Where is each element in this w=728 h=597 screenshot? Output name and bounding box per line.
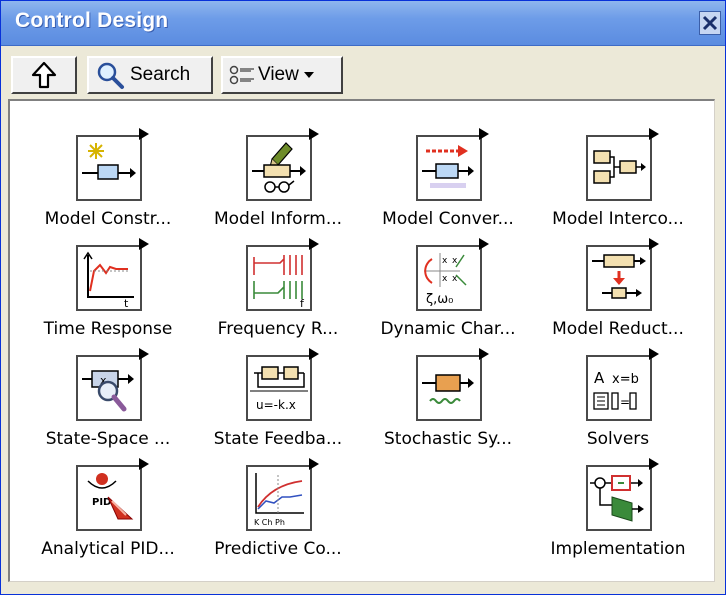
solvers-icon: A x=b = bbox=[586, 348, 659, 421]
state-feedback-icon: u=-k.x bbox=[246, 348, 319, 421]
view-list-icon bbox=[229, 65, 254, 85]
item-label: Implementation bbox=[550, 539, 686, 559]
analytical-pid-icon: PID bbox=[76, 458, 149, 531]
svg-text:A: A bbox=[594, 369, 605, 387]
palette-window: Control Design Search View Model Constr.… bbox=[0, 0, 726, 595]
svg-text:ζ,ω₀: ζ,ω₀ bbox=[426, 292, 453, 307]
model-conversion-icon bbox=[416, 128, 489, 201]
item-label: Model Reduct... bbox=[552, 319, 684, 339]
search-label: Search bbox=[130, 64, 191, 85]
palette-item-model-interconnection[interactable]: Model Interco... bbox=[528, 128, 708, 245]
title-bar[interactable]: Control Design bbox=[1, 1, 725, 46]
item-label: Model Conver... bbox=[382, 209, 514, 229]
svg-text:x: x bbox=[442, 256, 448, 266]
palette-item-model-information[interactable]: Model Inform... bbox=[188, 128, 368, 245]
item-label: Stochastic Sy... bbox=[383, 429, 513, 449]
search-button[interactable]: Search bbox=[87, 56, 213, 94]
item-label: Dynamic Char... bbox=[380, 319, 516, 339]
item-label: Model Constr... bbox=[44, 209, 172, 229]
predictive-control-icon: K Ch Ph bbox=[246, 458, 319, 531]
model-information-icon bbox=[246, 128, 319, 201]
item-label: Model Inform... bbox=[213, 209, 343, 229]
palette-item-analytical-pid[interactable]: PID Analytical PID... bbox=[18, 458, 198, 575]
up-arrow-icon bbox=[31, 61, 57, 89]
view-button[interactable]: View bbox=[221, 56, 343, 94]
palette-item-time-response[interactable]: t Time Response bbox=[18, 238, 198, 355]
item-label: Predictive Co... bbox=[214, 539, 342, 559]
model-reduction-icon bbox=[586, 238, 659, 311]
svg-text:=: = bbox=[620, 395, 630, 409]
view-label: View bbox=[258, 64, 299, 85]
palette-item-dynamic-characteristics[interactable]: x x x x ζ,ω₀ Dynamic Char... bbox=[358, 238, 538, 355]
palette-item-solvers[interactable]: A x=b = Solvers bbox=[528, 348, 708, 465]
item-label: Frequency R... bbox=[217, 319, 339, 339]
svg-text:x=b: x=b bbox=[612, 372, 639, 387]
svg-text:f: f bbox=[300, 297, 305, 309]
palette-item-model-conversion[interactable]: Model Conver... bbox=[358, 128, 538, 245]
svg-text:K Ch Ph: K Ch Ph bbox=[254, 518, 285, 527]
svg-text:x: x bbox=[442, 274, 448, 284]
item-label: State Feedba... bbox=[213, 429, 343, 449]
item-label: State-Space ... bbox=[45, 429, 171, 449]
close-button[interactable] bbox=[699, 11, 721, 35]
item-label: Model Interco... bbox=[552, 209, 684, 229]
palette-item-implementation[interactable]: Implementation bbox=[528, 458, 708, 575]
stochastic-systems-icon bbox=[416, 348, 489, 421]
model-construction-icon bbox=[76, 128, 149, 201]
frequency-response-icon: f bbox=[246, 238, 319, 311]
palette-item-state-feedback[interactable]: u=-k.x State Feedba... bbox=[188, 348, 368, 465]
palette-item-stochastic-systems[interactable]: Stochastic Sy... bbox=[358, 348, 538, 465]
state-space-icon: x bbox=[76, 348, 149, 421]
implementation-icon bbox=[586, 458, 659, 531]
item-label: Time Response bbox=[43, 319, 173, 339]
item-label: Solvers bbox=[586, 429, 650, 449]
close-icon bbox=[702, 15, 718, 31]
svg-text:u=-k.x: u=-k.x bbox=[256, 398, 296, 412]
model-interconnection-icon bbox=[586, 128, 659, 201]
search-icon bbox=[97, 62, 124, 89]
palette-content: Model Constr... Model Inform... Model Co… bbox=[8, 99, 715, 582]
palette-item-frequency-response[interactable]: f Frequency R... bbox=[188, 238, 368, 355]
svg-text:t: t bbox=[124, 297, 129, 309]
palette-item-model-reduction[interactable]: Model Reduct... bbox=[528, 238, 708, 355]
window-title: Control Design bbox=[15, 9, 169, 32]
chevron-down-icon bbox=[303, 72, 314, 78]
palette-item-predictive-control[interactable]: K Ch Ph Predictive Co... bbox=[188, 458, 368, 575]
toolbar: Search View bbox=[8, 53, 713, 97]
up-button[interactable] bbox=[11, 56, 77, 94]
dynamic-characteristics-icon: x x x x ζ,ω₀ bbox=[416, 238, 489, 311]
item-label: Analytical PID... bbox=[41, 539, 175, 559]
palette-item-model-construction[interactable]: Model Constr... bbox=[18, 128, 198, 245]
time-response-icon: t bbox=[76, 238, 149, 311]
palette-item-state-space[interactable]: x State-Space ... bbox=[18, 348, 198, 465]
